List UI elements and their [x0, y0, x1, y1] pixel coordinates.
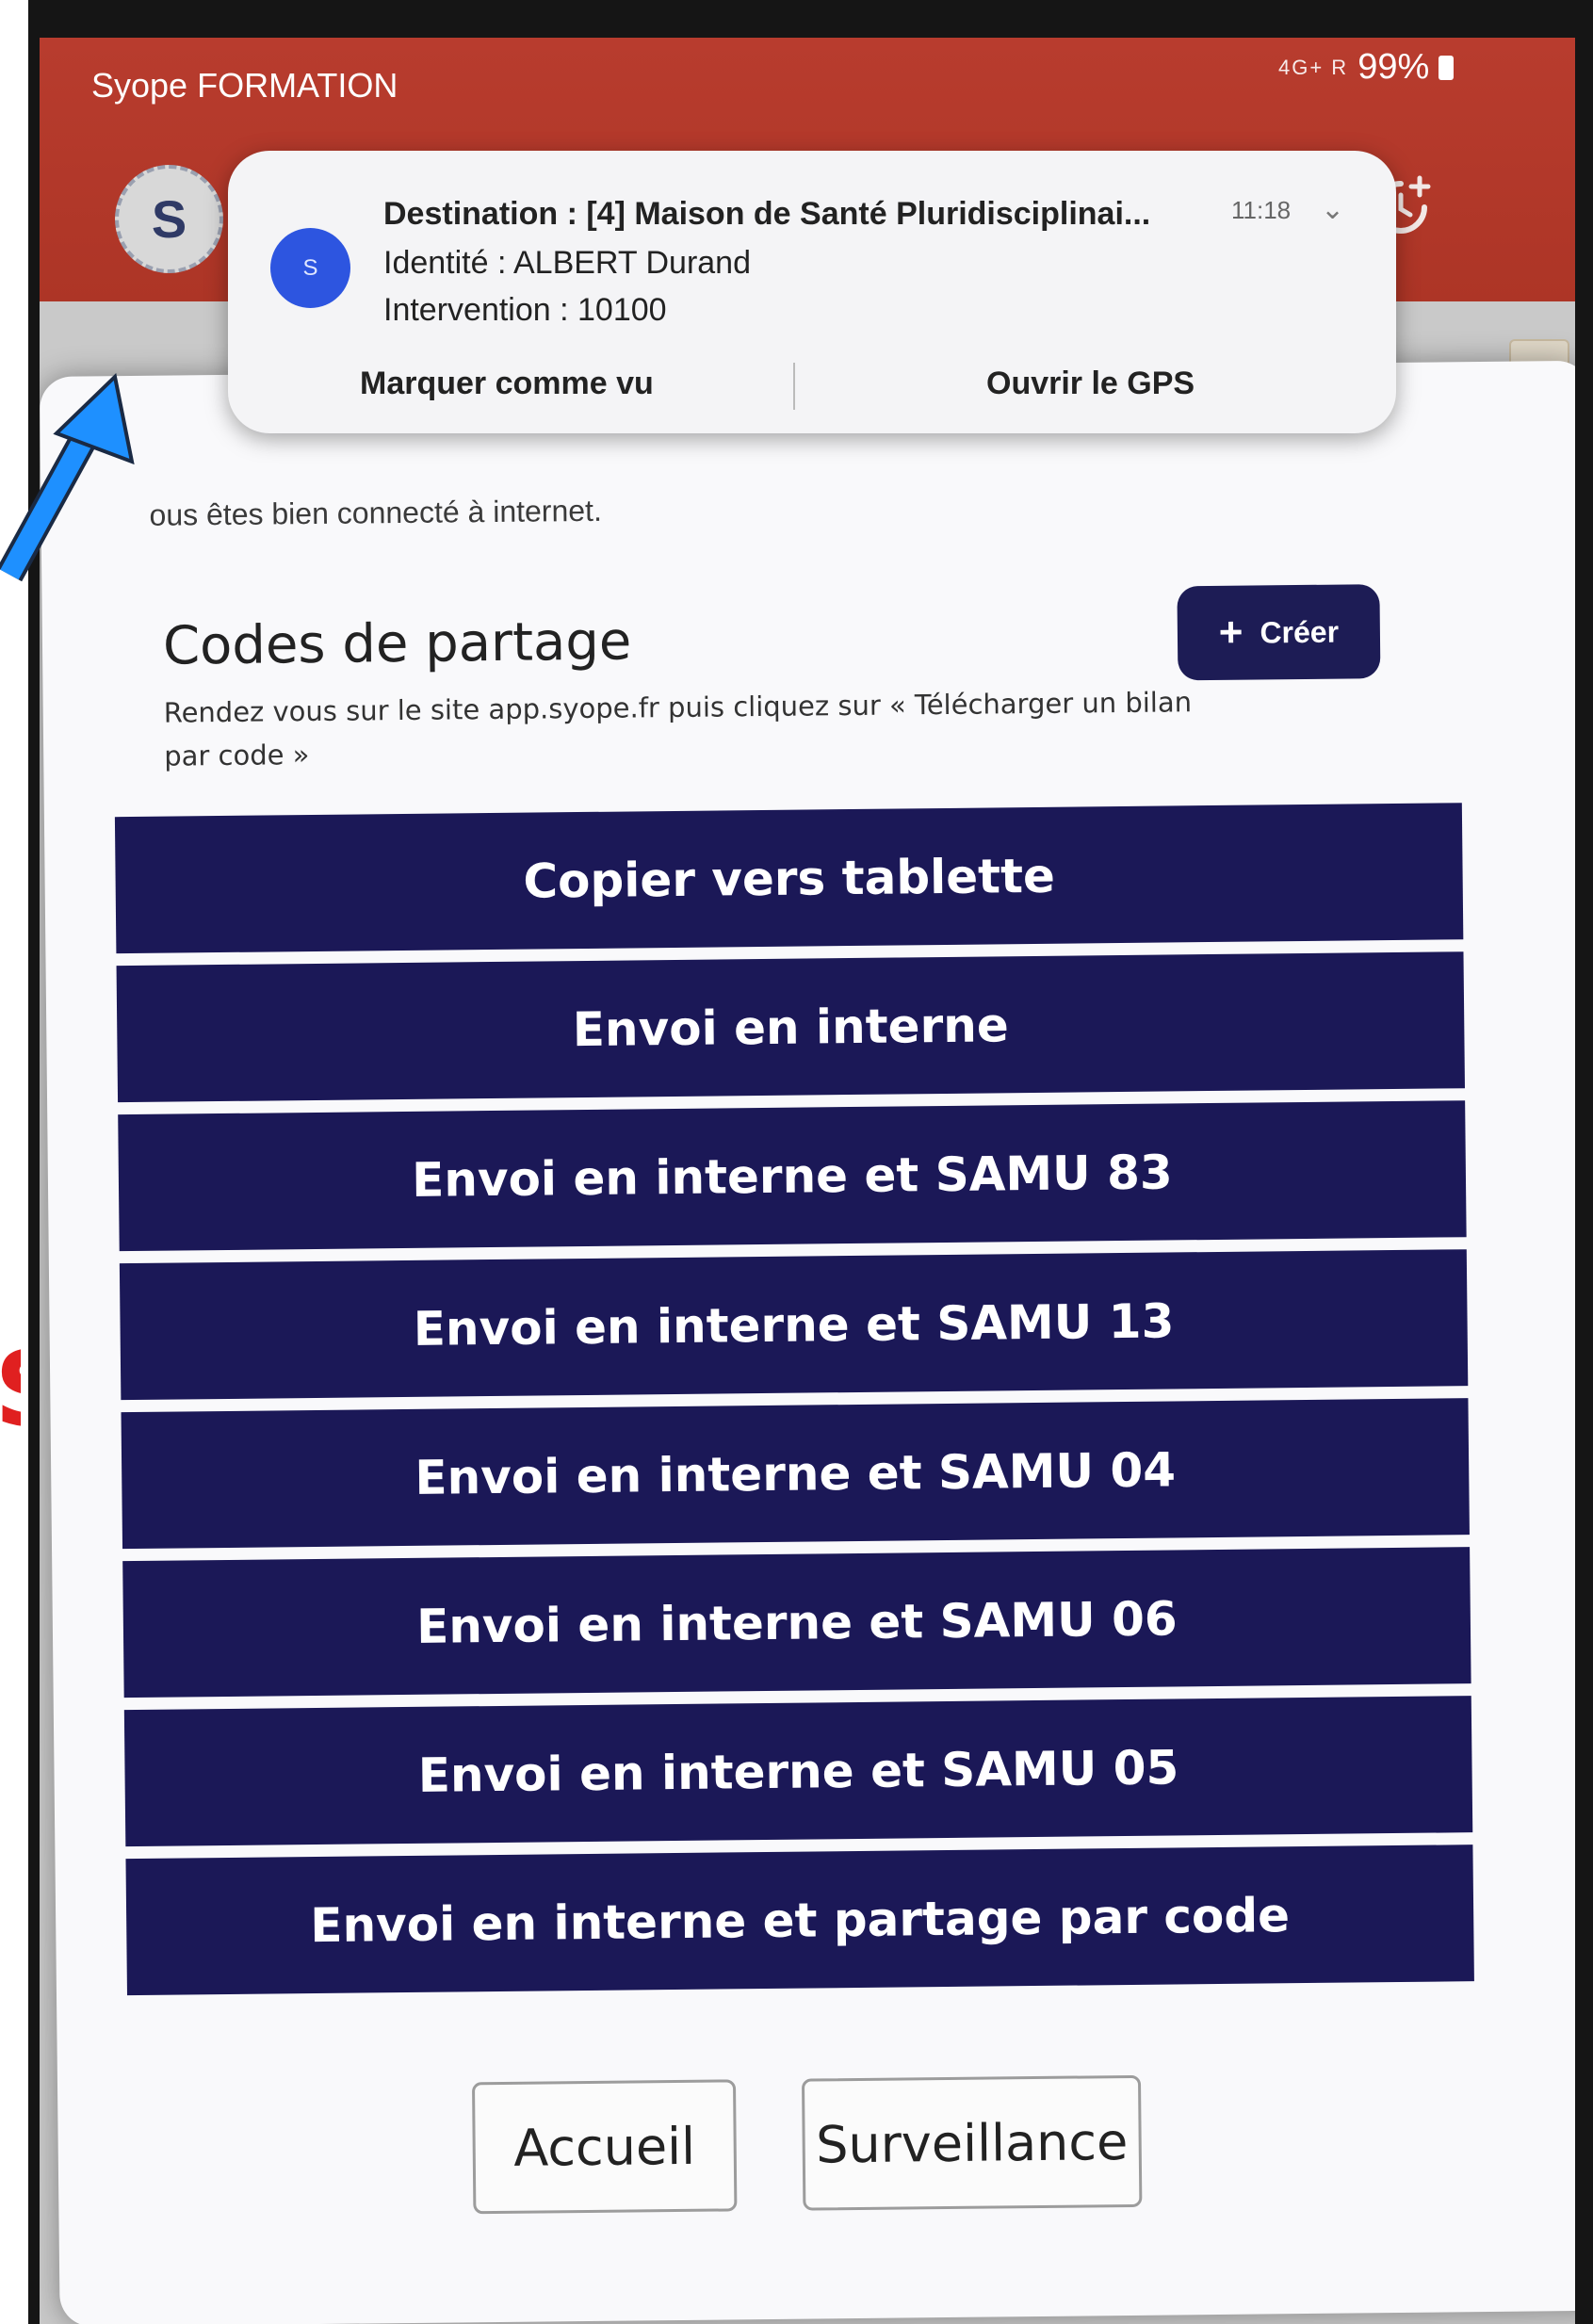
- notification-time: 11:18: [1231, 196, 1292, 224]
- plus-icon: +: [1218, 609, 1244, 656]
- copy-to-tablet-button[interactable]: Copier vers tablette: [114, 803, 1464, 954]
- battery-level: 99%: [1357, 47, 1430, 87]
- connection-status-text: ous êtes bien connecté à internet.: [149, 493, 603, 532]
- open-gps-button[interactable]: Ouvrir le GPS: [986, 366, 1195, 402]
- signal-icon: 4G+ R: [1278, 55, 1349, 79]
- annotation-arrow-icon: [0, 373, 135, 582]
- avatar[interactable]: S: [115, 165, 223, 273]
- chevron-down-icon[interactable]: ⌄: [1321, 193, 1344, 226]
- share-codes-instructions: Rendez vous sur le site app.syope.fr pui…: [163, 686, 1193, 772]
- create-code-button[interactable]: + Créer: [1177, 584, 1381, 681]
- notification-identity: Identité : ALBERT Durand: [383, 245, 751, 281]
- send-internal-samu-13-button[interactable]: Envoi en interne et SAMU 13: [119, 1249, 1469, 1401]
- home-button[interactable]: Accueil: [471, 2079, 738, 2215]
- share-dialog: ous êtes bien connecté à internet. Codes…: [40, 360, 1575, 2324]
- send-internal-button[interactable]: Envoi en interne: [116, 951, 1465, 1103]
- notification-app-icon: S: [270, 228, 350, 308]
- gps-notification[interactable]: S Destination : [4] Maison de Santé Plur…: [228, 151, 1396, 433]
- send-internal-samu-83-button[interactable]: Envoi en interne et SAMU 83: [118, 1100, 1467, 1252]
- notification-destination: Destination : [4] Maison de Santé Plurid…: [383, 196, 1151, 232]
- battery-icon: [1439, 55, 1455, 80]
- app-title: Syope FORMATION: [91, 66, 398, 105]
- tablet-screen: Syope FORMATION 4G+ R 99% S ous êtes bie…: [40, 38, 1575, 2324]
- status-bar-right: 4G+ R 99%: [1278, 47, 1455, 88]
- send-internal-samu-06-button[interactable]: Envoi en interne et SAMU 06: [122, 1547, 1471, 1698]
- notification-intervention: Intervention : 10100: [383, 292, 667, 328]
- mark-as-seen-button[interactable]: Marquer comme vu: [360, 366, 654, 402]
- notification-action-divider: [793, 363, 795, 410]
- share-codes-title: Codes de partage: [162, 610, 632, 677]
- monitoring-button[interactable]: Surveillance: [801, 2074, 1143, 2211]
- red-annotation-text: S: [0, 1319, 21, 1460]
- create-code-label: Créer: [1260, 614, 1340, 649]
- send-internal-samu-05-button[interactable]: Envoi en interne et SAMU 05: [123, 1696, 1473, 1847]
- send-internal-samu-04-button[interactable]: Envoi en interne et SAMU 04: [121, 1398, 1470, 1550]
- send-internal-share-code-button[interactable]: Envoi en interne et partage par code: [125, 1845, 1474, 1996]
